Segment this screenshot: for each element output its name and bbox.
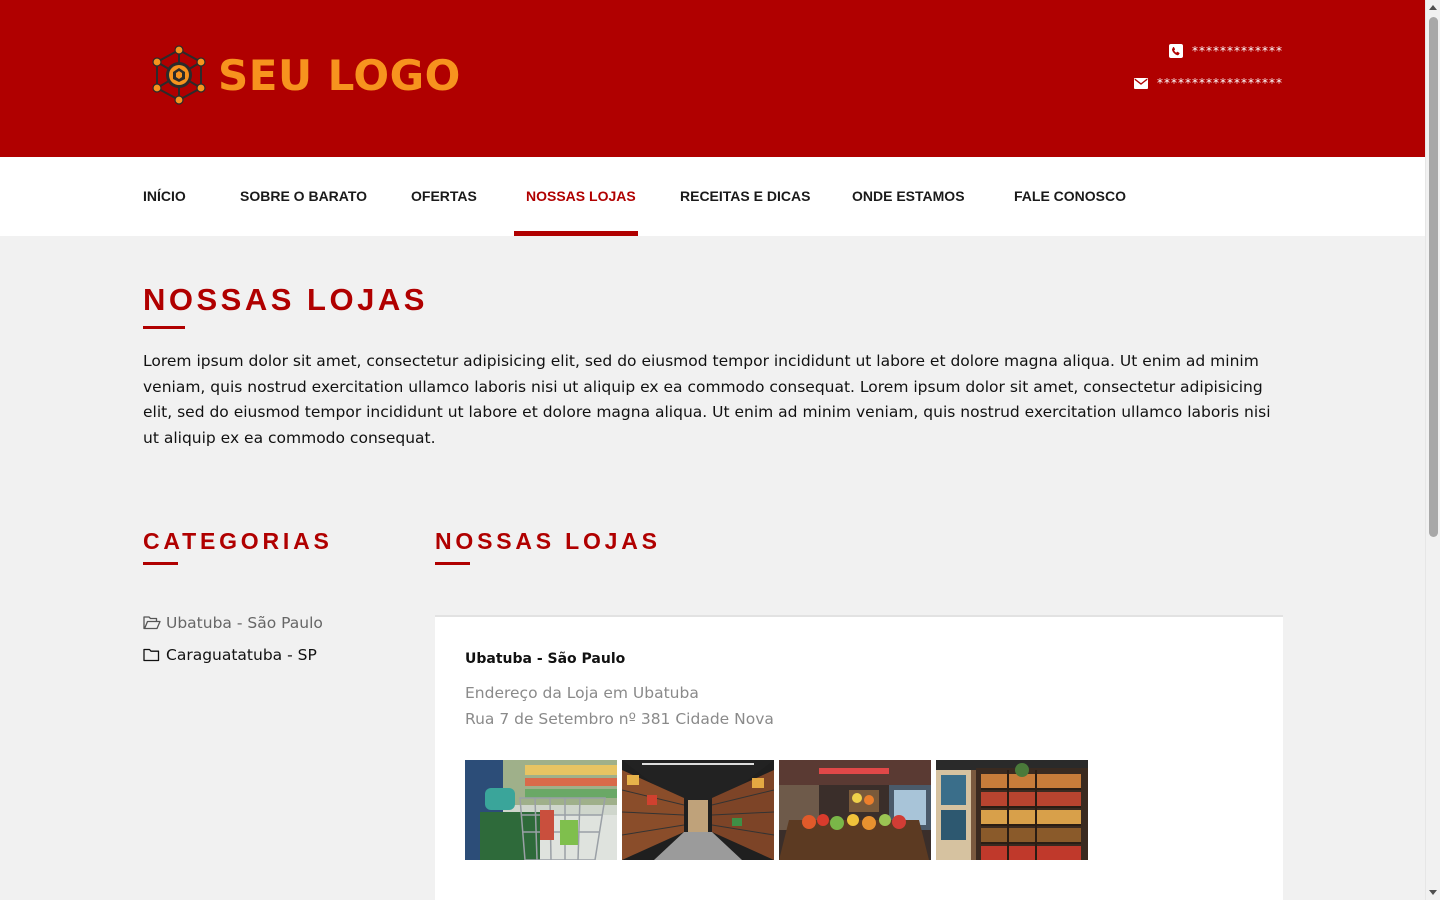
phone-number: *************: [1192, 44, 1283, 58]
site-logo[interactable]: SEU LOGO: [148, 44, 461, 106]
category-label: Ubatuba - São Paulo: [166, 614, 323, 632]
sidebar-title-underline: [143, 562, 178, 565]
nav-active-indicator: [514, 231, 638, 236]
header-phone[interactable]: *************: [1169, 44, 1283, 58]
category-caraguatatuba[interactable]: Caraguatatuba - SP: [143, 646, 317, 664]
folder-icon: [143, 648, 161, 662]
stores-title-underline: [435, 562, 470, 565]
nav-item-onde-estamos[interactable]: ONDE ESTAMOS: [852, 157, 965, 236]
main-nav: INÍCIO SOBRE O BARATO OFERTAS NOSSAS LOJ…: [0, 157, 1425, 236]
produce-section-photo[interactable]: [779, 760, 931, 860]
logo-text: SEU LOGO: [218, 50, 461, 100]
nav-item-sobre-o-barato[interactable]: SOBRE O BARATO: [240, 157, 367, 236]
phone-icon: [1169, 44, 1183, 58]
store-name: Ubatuba - São Paulo: [465, 651, 626, 667]
nav-item-nossas-lojas[interactable]: NOSSAS LOJAS: [526, 157, 636, 236]
scroll-down-arrow-icon[interactable]: [1429, 890, 1437, 895]
nav-item-receitas-e-dicas[interactable]: RECEITAS E DICAS: [680, 157, 810, 236]
page-title: NOSSAS LOJAS: [143, 282, 428, 317]
page-scrollbar[interactable]: [1425, 0, 1440, 900]
intro-text: Lorem ipsum dolor sit amet, consectetur …: [143, 352, 1271, 448]
sidebar-title: CATEGORIAS: [143, 528, 333, 554]
logo-emblem-icon: [152, 45, 206, 105]
folder-open-icon: [143, 616, 161, 630]
nav-item-fale-conosco[interactable]: FALE CONOSCO: [1014, 157, 1126, 236]
grocery-shelves-photo[interactable]: [936, 760, 1088, 860]
category-label: Caraguatatuba - SP: [166, 646, 317, 664]
scrollbar-thumb[interactable]: [1429, 17, 1438, 537]
header-bar: SEU LOGO ************* *****************…: [0, 0, 1425, 157]
nav-item-ofertas[interactable]: OFERTAS: [411, 157, 477, 236]
email-address: ******************: [1157, 76, 1283, 90]
store-address-street: Rua 7 de Setembro nº 381 Cidade Nova: [465, 710, 774, 728]
category-ubatuba[interactable]: Ubatuba - São Paulo: [143, 614, 323, 632]
shopping-cart-photo[interactable]: [465, 760, 617, 860]
supermarket-aisle-photo[interactable]: [622, 760, 774, 860]
title-underline: [143, 326, 185, 329]
header-email[interactable]: ******************: [1134, 76, 1283, 90]
nav-item-inicio[interactable]: INÍCIO: [143, 157, 186, 236]
stores-title: NOSSAS LOJAS: [435, 528, 661, 554]
envelope-icon: [1134, 76, 1148, 90]
scroll-up-arrow-icon[interactable]: [1429, 5, 1437, 10]
store-address-title: Endereço da Loja em Ubatuba: [465, 684, 699, 702]
